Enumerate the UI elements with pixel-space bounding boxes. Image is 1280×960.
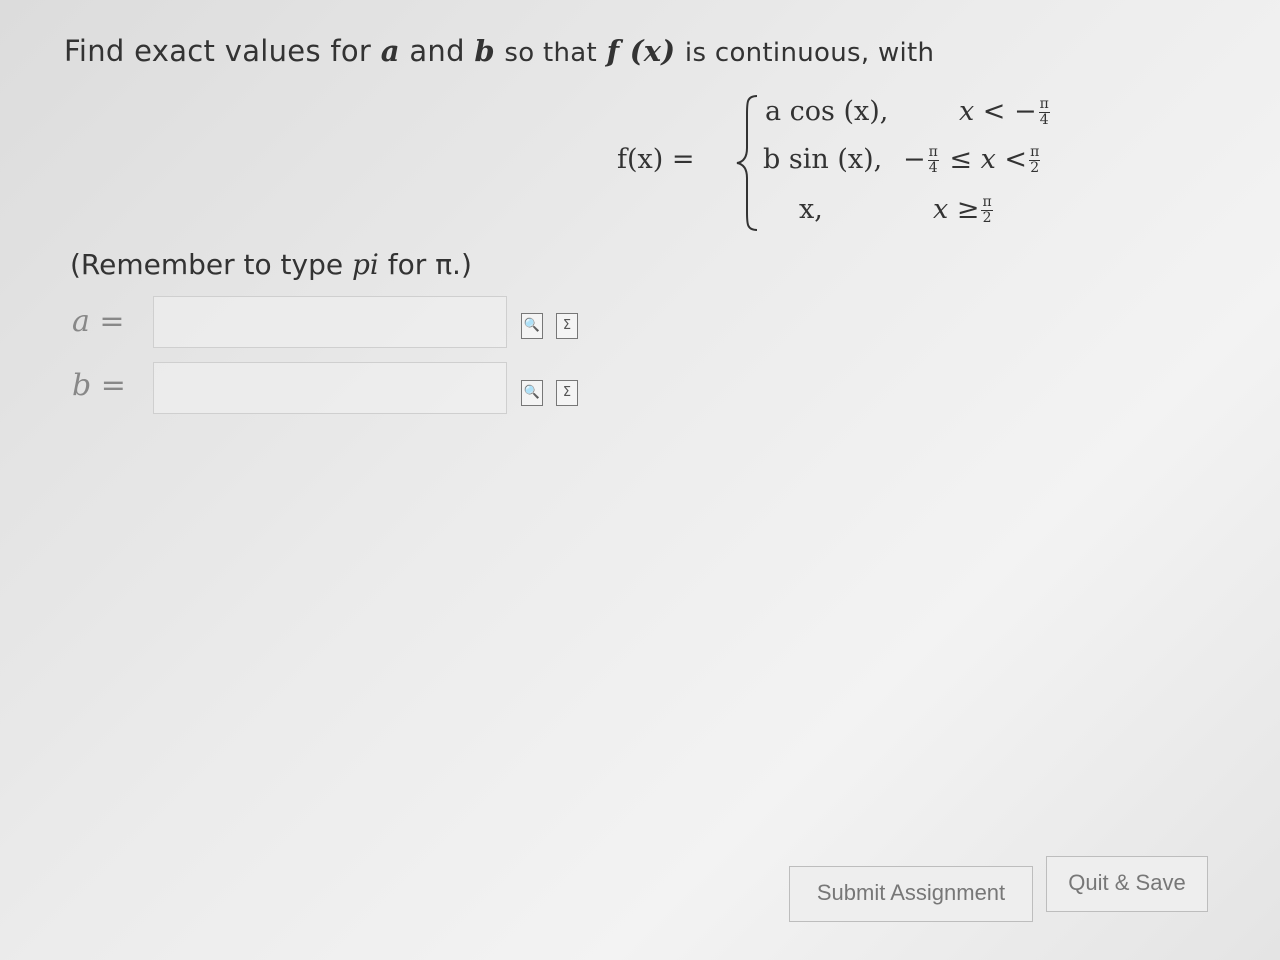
- case-3-expr: x,: [799, 194, 823, 225]
- function-lhs: f(x) =: [617, 144, 695, 175]
- answer-b-label: b =: [72, 368, 126, 403]
- answer-a-input[interactable]: [153, 296, 507, 348]
- case-1-expr: a cos (x),: [765, 96, 889, 127]
- submit-assignment-button[interactable]: Submit Assignment: [789, 866, 1033, 922]
- equation-editor-icon[interactable]: Σ: [556, 380, 578, 406]
- hint-post: for π.): [378, 248, 472, 281]
- preview-icon[interactable]: 🔍: [521, 313, 543, 339]
- fraction-num: π: [927, 144, 939, 161]
- fraction-den: 4: [928, 160, 938, 176]
- fraction-num: π: [1038, 96, 1050, 113]
- fraction-den: 2: [1030, 160, 1040, 176]
- case-2-expr: b sin (x),: [763, 144, 883, 175]
- fraction-den: 2: [982, 210, 992, 226]
- answer-b-input[interactable]: [153, 362, 507, 414]
- case-1-cond-left: x <: [959, 96, 1006, 127]
- hint-pi-word: pi: [352, 248, 379, 281]
- prompt-function: f (x): [606, 34, 676, 68]
- case-3-cond-left: x ≥: [933, 194, 980, 225]
- quit-save-button[interactable]: Quit & Save: [1046, 856, 1208, 912]
- answer-a-label: a =: [72, 304, 125, 339]
- pi-hint: (Remember to type pi for π.): [70, 248, 472, 281]
- case-2-condition: − π 4 ≤ x < π 2: [903, 144, 1042, 176]
- prompt-so-that: so that: [504, 38, 598, 68]
- question-prompt: Find exact values for a and b so that f …: [64, 34, 934, 68]
- case-1-fraction: π4: [1038, 96, 1050, 128]
- prompt-continuous: is continuous, with: [684, 38, 935, 68]
- prompt-find: Find exact values for: [64, 34, 372, 68]
- case-1-condition: x < − π 4: [959, 96, 1052, 128]
- case-2-fraction-2: π2: [1029, 144, 1041, 176]
- left-brace-icon: [736, 95, 758, 231]
- prompt-var-b: b: [474, 34, 495, 68]
- case-2-cond-mid: ≤ x <: [949, 144, 1028, 175]
- case-1-cond-sign: −: [1014, 96, 1037, 127]
- fraction-num: π: [981, 194, 993, 211]
- equation-editor-icon[interactable]: Σ: [556, 313, 578, 339]
- prompt-var-a: a: [380, 34, 400, 68]
- case-2-cond-pre: −: [903, 144, 926, 175]
- question-page: Find exact values for a and b so that f …: [0, 0, 1280, 960]
- case-3-condition: x ≥ π 2: [933, 194, 995, 226]
- fraction-num: π: [1029, 144, 1041, 161]
- hint-pre: (Remember to type: [70, 248, 352, 281]
- preview-icon[interactable]: 🔍: [521, 380, 543, 406]
- case-3-fraction: π2: [981, 194, 993, 226]
- case-2-fraction-1: π4: [927, 144, 939, 176]
- fraction-den: 4: [1039, 112, 1049, 128]
- prompt-and: and: [409, 34, 465, 68]
